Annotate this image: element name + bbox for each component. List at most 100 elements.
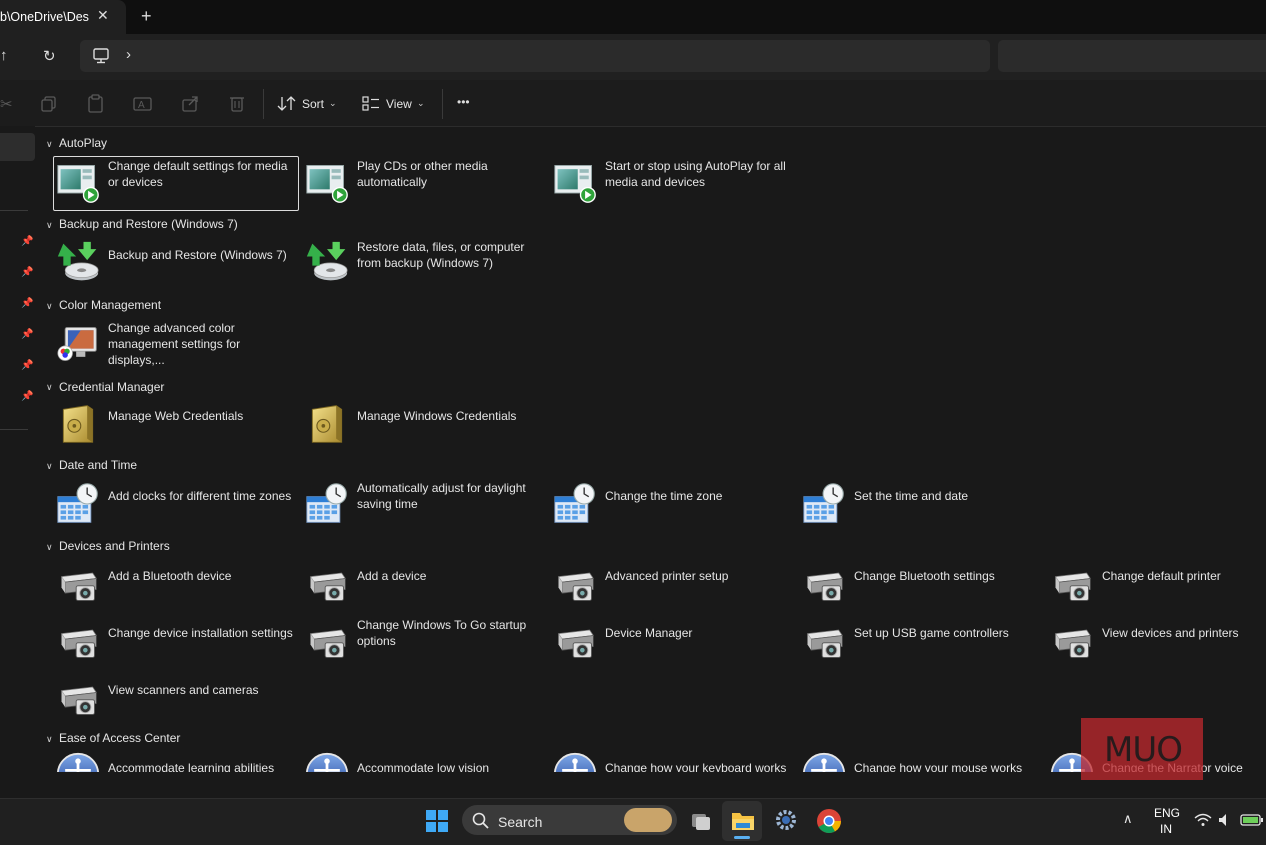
chevron-up-icon[interactable]: ∧ (1123, 811, 1133, 827)
clock-calendar-icon (56, 482, 100, 526)
separator (263, 89, 264, 119)
chevron-down-icon[interactable]: ∨ (46, 542, 53, 553)
tab-title: b\OneDrive\Des (0, 10, 89, 24)
printer-camera-icon (553, 562, 597, 606)
printer-camera-icon (305, 619, 349, 663)
item-advanced-color[interactable]: Change advanced color management setting… (108, 320, 298, 368)
item-low-vision[interactable]: Accommodate low vision (357, 760, 547, 772)
item-change-time-zone[interactable]: Change the time zone (605, 488, 795, 504)
watermark-text: MUO (1104, 730, 1183, 770)
printer-camera-icon (553, 619, 597, 663)
pin-icon: 📌 (21, 298, 34, 309)
item-windows-credentials[interactable]: Manage Windows Credentials (357, 408, 547, 424)
vault-icon (56, 402, 100, 446)
item-view-devices-printers[interactable]: View devices and printers (1102, 625, 1252, 641)
refresh-icon[interactable]: ↻ (43, 47, 56, 65)
group-title-ease-of-access[interactable]: Ease of Access Center (59, 731, 180, 745)
ease-of-access-icon (802, 752, 846, 772)
ease-of-access-icon (56, 752, 100, 772)
task-view-icon[interactable] (690, 810, 712, 832)
chevron-down-icon: ⌄ (329, 98, 337, 108)
windows-start-icon[interactable] (425, 809, 449, 833)
item-add-device[interactable]: Add a device (357, 568, 547, 584)
battery-icon[interactable] (1240, 813, 1264, 827)
printer-camera-icon (305, 562, 349, 606)
close-icon[interactable]: ✕ (97, 7, 109, 24)
item-keyboard-works[interactable]: Change how your keyboard works (605, 760, 795, 772)
rename-icon[interactable]: A (133, 94, 153, 114)
printer-camera-icon (802, 562, 846, 606)
item-mouse-works[interactable]: Change how your mouse works (854, 760, 1044, 772)
item-change-default-settings[interactable]: Change default settings for media or dev… (108, 158, 298, 190)
backup-icon (56, 240, 100, 284)
file-explorer-icon[interactable] (730, 809, 756, 833)
clock-calendar-icon (553, 482, 597, 526)
wifi-icon[interactable] (1194, 813, 1212, 827)
item-web-credentials[interactable]: Manage Web Credentials (108, 408, 298, 424)
item-windows-to-go[interactable]: Change Windows To Go startup options (357, 617, 547, 649)
item-add-bluetooth[interactable]: Add a Bluetooth device (108, 568, 298, 584)
settings-gear-icon[interactable] (774, 808, 798, 832)
item-add-clocks[interactable]: Add clocks for different time zones (108, 488, 298, 504)
chevron-right-icon[interactable]: › (126, 46, 131, 63)
taskbar-search-label: Search (498, 814, 543, 830)
up-arrow-icon[interactable]: ↑ (0, 47, 8, 64)
item-device-manager[interactable]: Device Manager (605, 625, 795, 641)
search-input[interactable] (998, 40, 1266, 72)
svg-text:A: A (138, 100, 145, 111)
item-restore-data[interactable]: Restore data, files, or computer from ba… (357, 239, 547, 271)
share-icon[interactable] (181, 94, 201, 114)
group-title-backup[interactable]: Backup and Restore (Windows 7) (59, 217, 238, 231)
chevron-down-icon[interactable]: ∨ (46, 301, 53, 312)
item-daylight-saving[interactable]: Automatically adjust for daylight saving… (357, 480, 547, 512)
chevron-down-icon[interactable]: ∨ (46, 220, 53, 231)
view-button[interactable]: View (386, 97, 412, 111)
item-play-cds[interactable]: Play CDs or other media automatically (357, 158, 547, 190)
sort-icon[interactable] (277, 95, 297, 113)
printer-camera-icon (56, 676, 100, 720)
plus-icon[interactable]: + (141, 6, 152, 27)
item-change-default-printer[interactable]: Change default printer (1102, 568, 1252, 584)
chevron-down-icon[interactable]: ∨ (46, 461, 53, 472)
chrome-icon[interactable] (816, 808, 842, 834)
group-title-autoplay[interactable]: AutoPlay (59, 136, 107, 150)
active-indicator (734, 836, 750, 839)
group-title-color-management[interactable]: Color Management (59, 298, 161, 312)
item-advanced-printer[interactable]: Advanced printer setup (605, 568, 795, 584)
printer-camera-icon (1050, 619, 1094, 663)
group-title-credential-manager[interactable]: Credential Manager (59, 380, 164, 394)
copy-icon[interactable] (40, 95, 58, 113)
trash-icon[interactable] (228, 94, 246, 114)
view-icon[interactable] (362, 96, 380, 112)
autoplay-icon (305, 160, 349, 204)
autoplay-icon (553, 160, 597, 204)
cut-icon[interactable]: ✂ (0, 95, 13, 113)
item-set-time-date[interactable]: Set the time and date (854, 488, 1044, 504)
chevron-down-icon[interactable]: ∨ (46, 382, 53, 393)
chevron-down-icon[interactable]: ∨ (46, 734, 53, 745)
chevron-down-icon[interactable]: ∨ (46, 139, 53, 150)
color-management-icon (56, 322, 100, 366)
backup-icon (305, 240, 349, 284)
item-start-stop-autoplay[interactable]: Start or stop using AutoPlay for all med… (605, 158, 795, 190)
printer-camera-icon (802, 619, 846, 663)
nav-item-selected[interactable] (0, 133, 35, 161)
sort-button[interactable]: Sort (302, 97, 324, 111)
paste-icon[interactable] (87, 94, 105, 114)
group-title-devices-printers[interactable]: Devices and Printers (59, 539, 170, 553)
monitor-icon (93, 48, 109, 64)
address-bar[interactable]: › (80, 40, 990, 72)
item-learning-abilities[interactable]: Accommodate learning abilities (108, 760, 298, 772)
item-backup-restore[interactable]: Backup and Restore (Windows 7) (108, 247, 298, 263)
printer-camera-icon (56, 619, 100, 663)
item-device-installation[interactable]: Change device installation settings (108, 625, 298, 641)
ease-of-access-icon (305, 752, 349, 772)
volume-icon[interactable] (1218, 813, 1230, 827)
item-scanners-cameras[interactable]: View scanners and cameras (108, 682, 298, 698)
item-usb-game-controllers[interactable]: Set up USB game controllers (854, 625, 1044, 641)
item-change-bluetooth[interactable]: Change Bluetooth settings (854, 568, 1044, 584)
more-options-button[interactable]: ••• (457, 95, 470, 109)
language-indicator-line2[interactable]: IN (1160, 822, 1172, 836)
language-indicator-line1[interactable]: ENG (1154, 806, 1180, 820)
group-title-date-time[interactable]: Date and Time (59, 458, 137, 472)
